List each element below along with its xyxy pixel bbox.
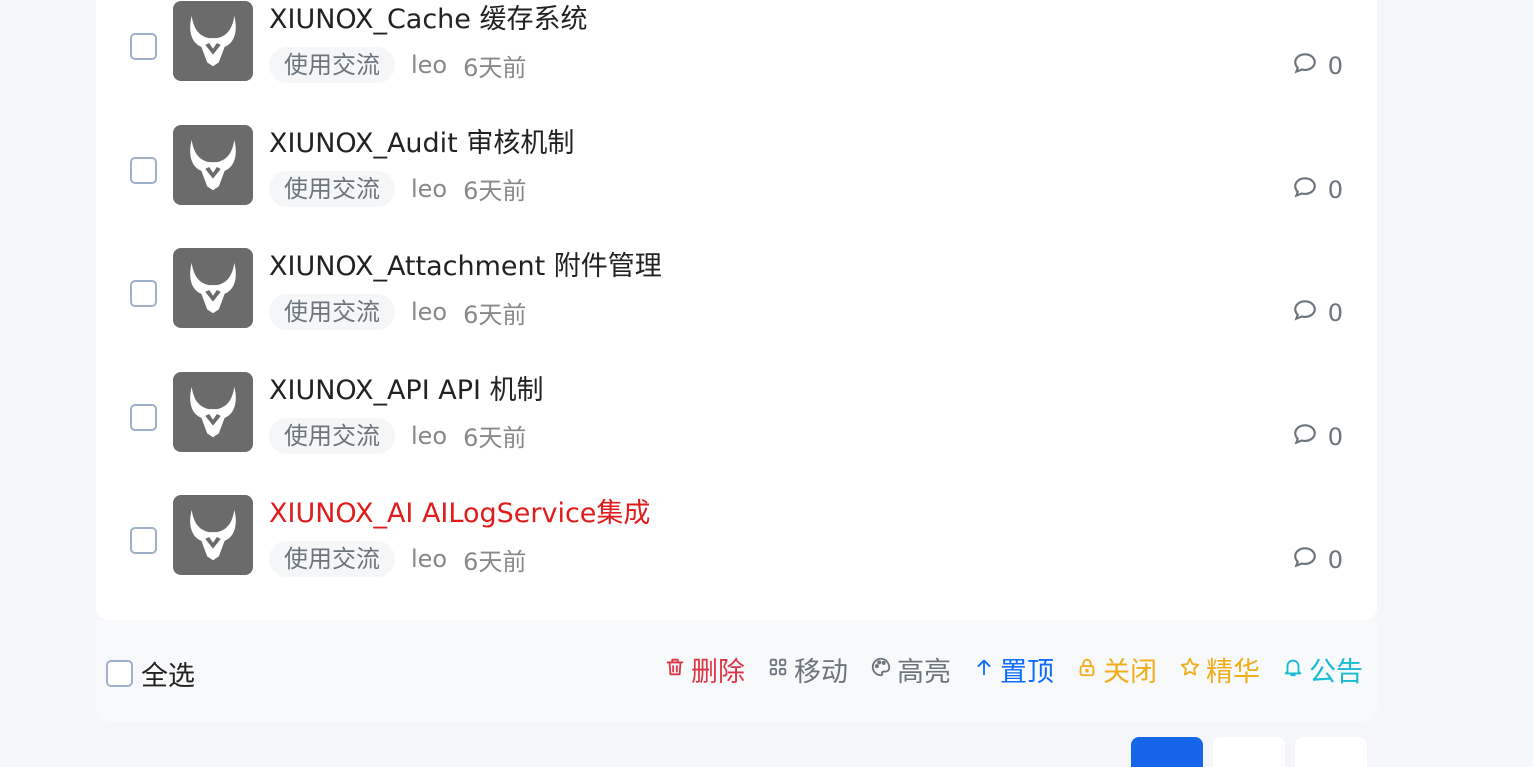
forum-tag[interactable]: 使用交流 (269, 170, 395, 207)
comment-icon (1292, 421, 1318, 453)
thread-item: XIUNOX_Audit 审核机制 使用交流 leo 6天前 0 (96, 104, 1377, 228)
thread-title[interactable]: XIUNOX_Audit 审核机制 (269, 121, 574, 160)
thread-item: XIUNOX_Attachment 附件管理 使用交流 leo 6天前 0 (96, 227, 1377, 351)
post-time: 6天前 (463, 424, 527, 452)
palette-icon (870, 654, 892, 685)
thread-title[interactable]: XIUNOX_API API 机制 (269, 368, 544, 407)
author-name[interactable]: leo (411, 422, 447, 450)
delete-label: 删除 (691, 657, 745, 688)
forum-tag[interactable]: 使用交流 (269, 541, 395, 577)
thread-meta: 使用交流 leo 6天前 (269, 417, 527, 454)
forum-tag[interactable]: 使用交流 (269, 294, 395, 330)
post-time: 6天前 (463, 53, 527, 82)
avatar[interactable] (173, 371, 253, 452)
thread-item: XIUNOX_Cache 缓存系统 使用交流 leo 6天前 0 (96, 0, 1377, 104)
star-icon (1179, 654, 1201, 685)
reply-count: 0 (1292, 174, 1343, 206)
avatar[interactable] (173, 495, 253, 575)
notice-button[interactable]: 公告 (1282, 650, 1363, 689)
author-name[interactable]: leo (411, 175, 447, 203)
thread-meta: 使用交流 leo 6天前 (269, 294, 526, 330)
grid-icon (767, 654, 789, 685)
reply-count-value: 0 (1327, 422, 1343, 451)
select-all-label: 全选 (141, 661, 195, 692)
thread-meta: 使用交流 leo 6天前 (269, 170, 527, 207)
avatar[interactable] (173, 1, 253, 81)
reply-count: 0 (1292, 421, 1343, 453)
thread-checkbox[interactable] (130, 527, 157, 554)
arrow-up-icon (973, 654, 995, 685)
reply-count-value: 0 (1327, 546, 1343, 574)
forum-tag[interactable]: 使用交流 (269, 47, 395, 83)
forum-tag[interactable]: 使用交流 (269, 417, 395, 454)
thread-checkbox[interactable] (130, 33, 157, 60)
avatar[interactable] (173, 248, 253, 328)
post-time: 6天前 (463, 300, 527, 329)
avatar[interactable] (173, 124, 253, 205)
thread-title[interactable]: XIUNOX_Attachment 附件管理 (269, 244, 662, 283)
reply-count: 0 (1292, 297, 1343, 329)
digest-label: 精华 (1206, 657, 1260, 688)
highlight-label: 高亮 (897, 657, 951, 688)
page-button[interactable] (1213, 737, 1285, 767)
close-button[interactable]: 关闭 (1076, 650, 1157, 689)
page-button-current[interactable] (1131, 737, 1203, 767)
author-name[interactable]: leo (411, 51, 447, 79)
bulk-action-bar: 全选 删除 移动 高亮 置顶 关闭 精华 公告 (96, 620, 1377, 722)
reply-count: 0 (1292, 50, 1343, 82)
pagination (1131, 737, 1367, 767)
digest-button[interactable]: 精华 (1179, 650, 1260, 689)
thread-checkbox[interactable] (130, 403, 157, 431)
close-label: 关闭 (1103, 657, 1157, 688)
highlight-button[interactable]: 高亮 (870, 650, 951, 689)
select-all-checkbox[interactable]: 全选 (106, 654, 195, 693)
thread-list: XIUNOX_Cache 缓存系统 使用交流 leo 6天前 0 XIUNOX_Audit… (96, 0, 1377, 620)
post-time: 6天前 (463, 547, 527, 576)
thread-meta: 使用交流 leo 6天前 (269, 541, 526, 577)
thread-title[interactable]: XIUNOX_AI AILogService集成 (269, 491, 650, 530)
reply-count: 0 (1292, 544, 1343, 576)
page-button[interactable] (1295, 737, 1367, 767)
trash-icon (664, 654, 686, 685)
move-button[interactable]: 移动 (767, 650, 848, 689)
thread-checkbox[interactable] (130, 156, 157, 184)
reply-count-value: 0 (1327, 52, 1343, 80)
comment-icon (1292, 297, 1318, 329)
top-button[interactable]: 置顶 (973, 650, 1054, 689)
comment-icon (1292, 544, 1318, 576)
post-time: 6天前 (463, 177, 527, 205)
lock-icon (1076, 654, 1098, 685)
thread-title[interactable]: XIUNOX_Cache 缓存系统 (269, 0, 588, 36)
comment-icon (1292, 174, 1318, 206)
action-buttons: 删除 移动 高亮 置顶 关闭 精华 公告 (664, 650, 1363, 689)
checkbox-box[interactable] (106, 660, 133, 687)
top-label: 置顶 (1000, 657, 1054, 688)
comment-icon (1292, 50, 1318, 82)
thread-item: XIUNOX_AI AILogService集成 使用交流 leo 6天前 0 (96, 474, 1377, 598)
reply-count-value: 0 (1327, 299, 1343, 327)
thread-item: XIUNOX_API API 机制 使用交流 leo 6天前 0 (96, 351, 1377, 475)
move-label: 移动 (794, 657, 848, 688)
notice-label: 公告 (1309, 657, 1363, 688)
author-name[interactable]: leo (411, 545, 447, 573)
thread-checkbox[interactable] (130, 280, 157, 307)
thread-meta: 使用交流 leo 6天前 (269, 47, 526, 83)
delete-button[interactable]: 删除 (664, 650, 745, 689)
reply-count-value: 0 (1327, 175, 1343, 204)
author-name[interactable]: leo (411, 298, 447, 326)
bell-icon (1282, 654, 1304, 685)
